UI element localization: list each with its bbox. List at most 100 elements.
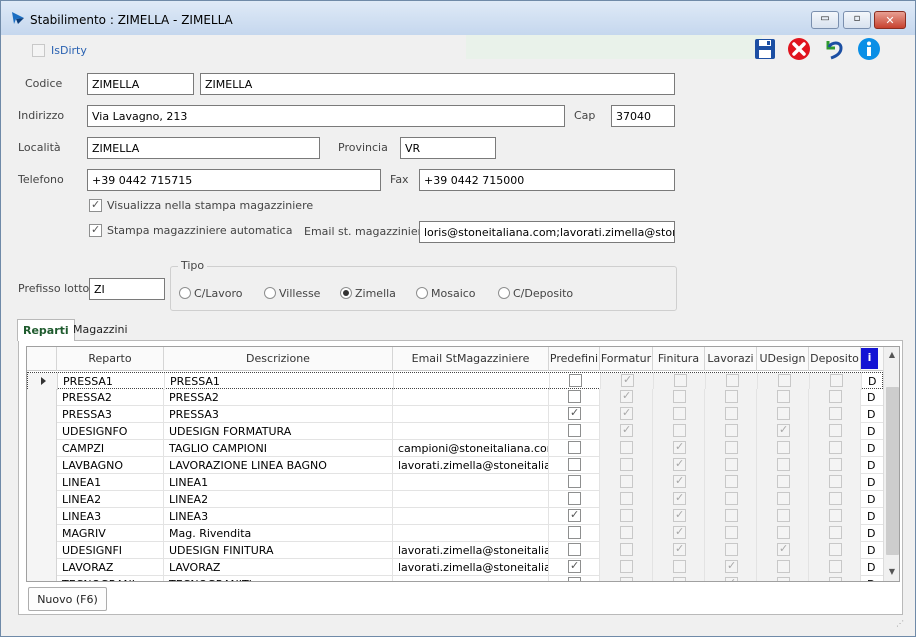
prefisso-lotto-field[interactable]: ZI bbox=[89, 278, 165, 300]
cell-email[interactable] bbox=[393, 389, 549, 406]
cell-checkbox-predef[interactable] bbox=[568, 526, 581, 539]
cell-lav[interactable] bbox=[705, 440, 757, 457]
cell-form[interactable] bbox=[600, 559, 653, 576]
cell-email[interactable]: lavorati.zimella@stoneitalian bbox=[393, 457, 549, 474]
cell-predef[interactable] bbox=[549, 406, 600, 423]
cell-descrizione[interactable]: LINEA3 bbox=[164, 508, 393, 525]
column-header-predefinito[interactable]: Predefini bbox=[549, 347, 600, 371]
table-row[interactable]: LAVORAZ LAVORAZ lavorati.zimella@stoneital… bbox=[27, 559, 883, 576]
table-row[interactable]: UDESIGNFI UDESIGN FINITURA lavorati.zimell… bbox=[27, 542, 883, 559]
cell-email[interactable] bbox=[393, 508, 549, 525]
provincia-field[interactable]: VR bbox=[400, 137, 496, 159]
cell-checkbox-predef[interactable] bbox=[568, 508, 581, 522]
row-header[interactable] bbox=[27, 440, 57, 457]
cell-email[interactable] bbox=[393, 576, 549, 581]
radio-zimella[interactable] bbox=[340, 287, 352, 299]
cell-predef[interactable] bbox=[549, 491, 600, 508]
cell-descrizione[interactable]: LINEA1 bbox=[164, 474, 393, 491]
cell-reparto[interactable]: PRESSA2 bbox=[57, 389, 164, 406]
cell-email[interactable] bbox=[393, 406, 549, 423]
close-button[interactable]: ✕ bbox=[874, 11, 906, 29]
column-header-email[interactable]: Email StMagazziniere bbox=[393, 347, 549, 371]
cell-dep[interactable] bbox=[809, 559, 861, 576]
cell-descrizione[interactable]: LINEA2 bbox=[164, 491, 393, 508]
cell-lav[interactable] bbox=[705, 559, 757, 576]
column-header-info[interactable]: i bbox=[861, 348, 878, 369]
cell-checkbox-predef[interactable] bbox=[568, 458, 581, 471]
cancel-icon[interactable] bbox=[787, 37, 811, 61]
table-row[interactable]: PRESSA2PRESSA2 D bbox=[27, 389, 883, 406]
scroll-down-icon[interactable]: ▼ bbox=[884, 564, 899, 580]
cell-checkbox-predef[interactable] bbox=[568, 390, 581, 403]
cell-lav[interactable] bbox=[705, 508, 757, 525]
resize-grip-icon[interactable]: ⋰ bbox=[896, 619, 906, 629]
cell-form[interactable] bbox=[600, 389, 653, 406]
cell-predef[interactable] bbox=[549, 525, 600, 542]
table-row[interactable]: TECNOGRANITECNOGRANITI D bbox=[27, 576, 883, 581]
cell-form[interactable] bbox=[600, 457, 653, 474]
cell-fin[interactable] bbox=[653, 491, 705, 508]
reparti-grid[interactable]: Reparto Descrizione Email StMagazziniere… bbox=[26, 346, 900, 582]
table-row[interactable]: PRESSA1PRESSA1 D bbox=[27, 372, 883, 390]
row-header[interactable] bbox=[27, 406, 57, 423]
cell-checkbox-predef[interactable] bbox=[568, 424, 581, 437]
cell-form[interactable] bbox=[600, 406, 653, 423]
cell-predef[interactable] bbox=[550, 373, 601, 390]
email-magazziniere-field[interactable]: loris@stoneitaliana.com;lavorati.zimella… bbox=[419, 221, 675, 243]
cell-form[interactable] bbox=[600, 576, 653, 581]
cell-checkbox-predef[interactable] bbox=[568, 406, 581, 420]
grid-vertical-scrollbar[interactable]: ▲ ▼ bbox=[883, 347, 899, 581]
cell-predef[interactable] bbox=[549, 576, 600, 581]
cell-dep[interactable] bbox=[809, 457, 861, 474]
title-bar[interactable]: Stabilimento : ZIMELLA - ZIMELLA ▭ ▫ ✕ bbox=[1, 1, 915, 35]
cell-descrizione[interactable]: UDESIGN FORMATURA bbox=[164, 423, 393, 440]
cell-udes[interactable] bbox=[757, 491, 809, 508]
cell-email[interactable] bbox=[393, 474, 549, 491]
table-row[interactable]: LAVBAGNO LAVORAZIONE LINEA BAGNO lavorati.… bbox=[27, 457, 883, 474]
nuovo-button[interactable]: Nuovo (F6) bbox=[28, 587, 107, 611]
cell-udes[interactable] bbox=[757, 559, 809, 576]
cell-reparto[interactable]: LAVORAZ bbox=[57, 559, 164, 576]
isdirty-checkbox[interactable] bbox=[32, 44, 45, 57]
codice-field[interactable]: ZIMELLA bbox=[87, 73, 194, 95]
cell-email[interactable] bbox=[393, 491, 549, 508]
cell-dep[interactable] bbox=[809, 542, 861, 559]
cell-lav[interactable] bbox=[705, 389, 757, 406]
cell-form[interactable] bbox=[600, 440, 653, 457]
cell-reparto[interactable]: LINEA1 bbox=[57, 474, 164, 491]
row-header[interactable] bbox=[27, 576, 57, 581]
column-header-reparto[interactable]: Reparto bbox=[57, 347, 164, 371]
telefono-field[interactable]: +39 0442 715715 bbox=[87, 169, 381, 191]
cell-udes[interactable] bbox=[757, 423, 809, 440]
cell-email[interactable]: lavorati.zimella@stoneitalian bbox=[393, 542, 549, 559]
minimize-button[interactable]: ▭ bbox=[811, 11, 839, 29]
cell-checkbox-predef[interactable] bbox=[568, 475, 581, 488]
cell-fin[interactable] bbox=[653, 440, 705, 457]
radio-c-lavoro[interactable] bbox=[179, 287, 191, 299]
column-header-udesign[interactable]: UDesign bbox=[757, 347, 809, 371]
cell-checkbox-predef[interactable] bbox=[568, 543, 581, 556]
cell-udes[interactable] bbox=[757, 440, 809, 457]
table-row[interactable]: LINEA2LINEA2 D bbox=[27, 491, 883, 508]
cell-form[interactable] bbox=[600, 542, 653, 559]
row-header[interactable] bbox=[27, 508, 57, 525]
indirizzo-field[interactable]: Via Lavagno, 213 bbox=[87, 105, 565, 127]
cell-checkbox-predef[interactable] bbox=[568, 559, 581, 573]
cell-dep[interactable] bbox=[809, 389, 861, 406]
cell-email[interactable] bbox=[393, 423, 549, 440]
cell-form[interactable] bbox=[600, 423, 653, 440]
codice-description-field[interactable]: ZIMELLA bbox=[200, 73, 675, 95]
cell-form[interactable] bbox=[600, 491, 653, 508]
cell-fin[interactable] bbox=[653, 525, 705, 542]
row-header[interactable] bbox=[28, 373, 58, 390]
cell-predef[interactable] bbox=[549, 542, 600, 559]
column-header-formatura[interactable]: Formatur bbox=[600, 347, 653, 371]
scroll-up-icon[interactable]: ▲ bbox=[884, 347, 899, 363]
cell-dep[interactable] bbox=[809, 423, 861, 440]
cell-udes[interactable] bbox=[757, 389, 809, 406]
stampa-automatica-checkbox[interactable] bbox=[89, 223, 102, 237]
cell-reparto[interactable]: CAMPZI bbox=[57, 440, 164, 457]
cell-descrizione[interactable]: TAGLIO CAMPIONI bbox=[164, 440, 393, 457]
cell-descrizione[interactable]: PRESSA1 bbox=[165, 373, 394, 390]
cell-checkbox-predef[interactable] bbox=[568, 492, 581, 505]
